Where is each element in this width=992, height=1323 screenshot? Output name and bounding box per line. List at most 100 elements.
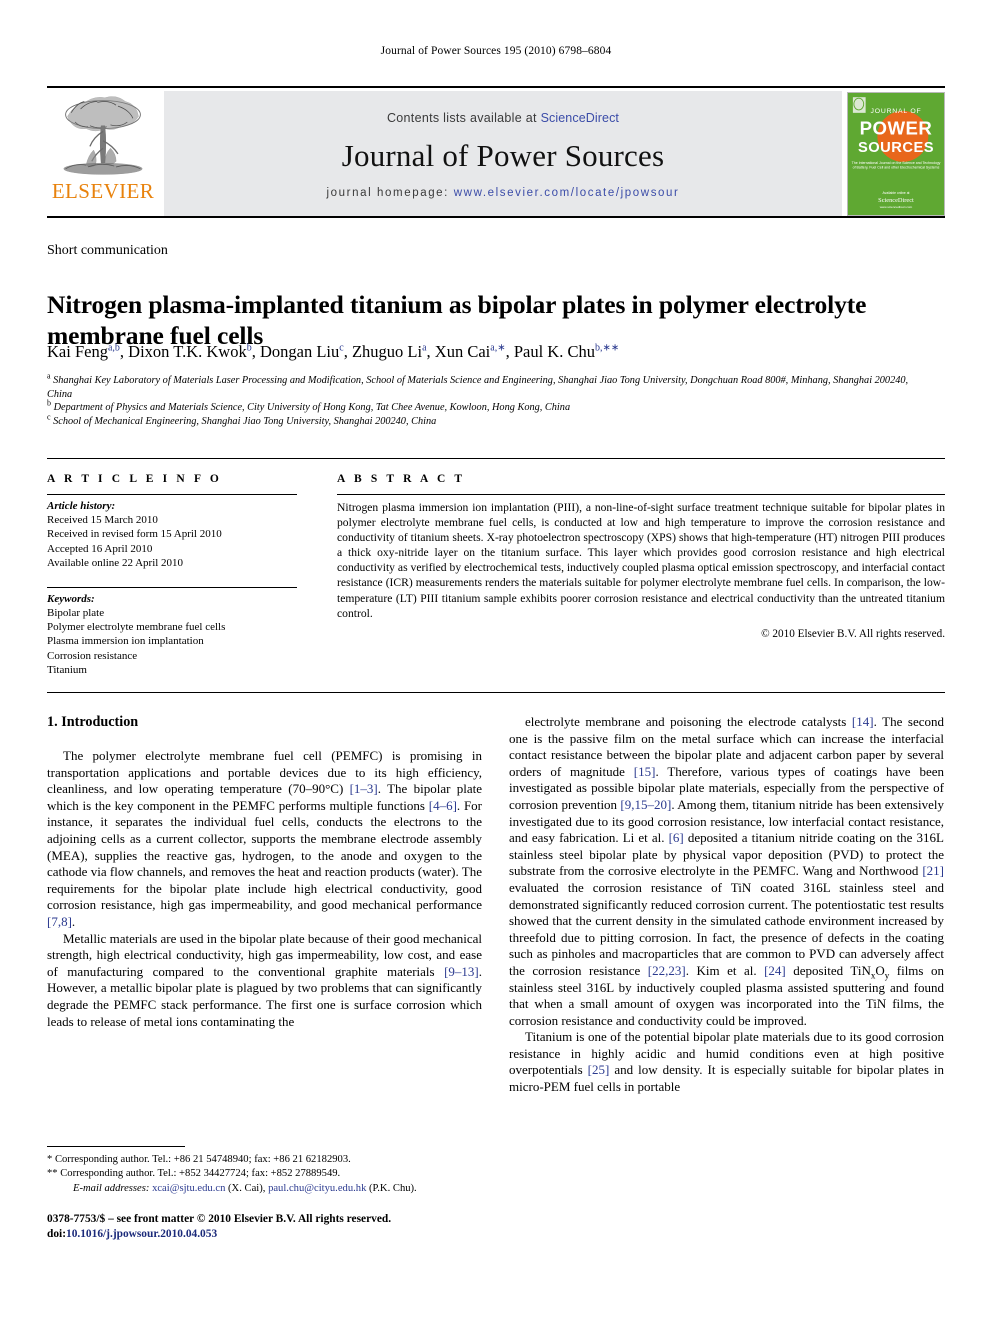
left-column-paragraphs: The polymer electrolyte membrane fuel ce… <box>47 748 482 1030</box>
email-owner-cai: (X. Cai), <box>228 1182 266 1194</box>
citation-reference[interactable]: [21] <box>922 863 944 878</box>
journal-title: Journal of Power Sources <box>341 137 665 173</box>
article-history-item: Received in revised form 15 April 2010 <box>47 528 222 541</box>
citation-reference[interactable]: [14] <box>852 714 874 729</box>
body-columns: 1. Introduction The polymer electrolyte … <box>47 714 945 1096</box>
abstract-column: A B S T R A C T Nitrogen plasma immersio… <box>319 473 945 678</box>
footnote-rule <box>47 1146 185 1147</box>
article-info-column: A R T I C L E I N F O Article history: R… <box>47 473 319 678</box>
keyword-item: Plasma immersion ion implantation <box>47 635 204 648</box>
citation-reference[interactable]: [4–6] <box>429 798 457 813</box>
abstract-copyright: © 2010 Elsevier B.V. All rights reserved… <box>761 627 945 640</box>
svg-text:Available online at: Available online at <box>883 191 910 195</box>
journal-cover-art: JOURNAL OF POWER SOURCES The Internation… <box>848 92 944 215</box>
citation-reference[interactable]: [25] <box>588 1062 610 1077</box>
affiliation-entry: c School of Mechanical Engineering, Shan… <box>47 412 437 427</box>
author-affiliation-marker: b,∗∗ <box>594 342 620 354</box>
author-name: Zhuguo Li <box>351 342 423 361</box>
article-type-kicker: Short communication <box>47 243 168 258</box>
contents-available-line: Contents lists available at ScienceDirec… <box>387 111 619 125</box>
right-column-paragraphs: electrolyte membrane and poisoning the e… <box>509 714 944 1096</box>
sciencedirect-link[interactable]: ScienceDirect <box>541 111 619 125</box>
svg-text:ScienceDirect: ScienceDirect <box>878 197 914 204</box>
article-history-item: Received 15 March 2010 <box>47 514 158 526</box>
article-history-label: Article history: <box>47 500 116 512</box>
affiliation-marker: a <box>47 371 51 381</box>
citation-reference[interactable]: [9,15–20] <box>620 797 671 812</box>
chemical-subscript: y <box>884 970 890 981</box>
citation-reference[interactable]: [22,23] <box>648 963 686 978</box>
running-head: Journal of Power Sources 195 (2010) 6798… <box>380 45 612 57</box>
keyword-item: Polymer electrolyte membrane fuel cells <box>47 621 226 634</box>
svg-text:of Battery, Fuel Cell and othe: of Battery, Fuel Cell and other Electroc… <box>853 165 940 169</box>
author-affiliation-marker: a <box>422 342 427 354</box>
body-column-right: electrolyte membrane and poisoning the e… <box>509 714 944 1096</box>
author-name: Dixon T.K. Kwok <box>128 342 247 361</box>
paper-page: Journal of Power Sources 195 (2010) 6798… <box>0 0 992 1323</box>
keyword-item: Titanium <box>47 664 87 677</box>
author-affiliation-marker: c <box>339 342 344 354</box>
author-affiliation-marker: a,b <box>107 342 120 354</box>
corresponding-author-footnotes: * Corresponding author. Tel.: +86 21 547… <box>47 1146 482 1196</box>
svg-text:The International Journal on t: The International Journal on the Science… <box>852 160 941 164</box>
citation-reference[interactable]: [1–3] <box>350 781 378 796</box>
keywords-list: Bipolar plate Polymer electrolyte membran… <box>47 606 297 678</box>
svg-text:www.sciencedirect.com: www.sciencedirect.com <box>880 204 913 208</box>
author-name: Dongan Liu <box>259 342 340 361</box>
elsevier-wordmark: ELSEVIER <box>51 179 155 203</box>
author-name: Paul K. Chu <box>513 342 595 361</box>
article-info-abstract-band: A R T I C L E I N F O Article history: R… <box>47 458 945 693</box>
svg-text:SOURCES: SOURCES <box>858 140 934 156</box>
issn-front-matter: 0378-7753/$ – see front matter © 2010 El… <box>47 1213 392 1225</box>
affiliation-list: a Shanghai Key Laboratory of Materials L… <box>47 371 927 428</box>
email-link-chu[interactable]: paul.chu@cityu.edu.hk <box>268 1183 366 1194</box>
abstract-rule <box>337 494 945 495</box>
doi-link[interactable]: 10.1016/j.jpowsour.2010.04.053 <box>66 1228 217 1240</box>
citation-reference[interactable]: [15] <box>634 764 656 779</box>
affiliation-marker: c <box>47 412 51 422</box>
journal-masthead: ELSEVIER Contents lists available at Sci… <box>47 86 945 218</box>
affiliation-marker: b <box>47 398 51 408</box>
keywords-label: Keywords: <box>47 592 95 605</box>
author-list: Kai Fenga,b, Dixon T.K. Kwokb, Dongan Li… <box>47 342 620 361</box>
section-heading-introduction: 1. Introduction <box>47 714 139 730</box>
homepage-prefix: journal homepage: <box>326 186 454 199</box>
body-paragraph: The polymer electrolyte membrane fuel ce… <box>47 748 483 929</box>
journal-homepage-line: journal homepage: www.elsevier.com/locat… <box>327 187 680 199</box>
email-owner-chu: (P.K. Chu). <box>369 1182 417 1194</box>
keyword-item: Bipolar plate <box>47 606 105 619</box>
svg-text:POWER: POWER <box>860 117 933 138</box>
footnote-emails: E-mail addresses: xcai@sjtu.edu.cn (X. C… <box>47 1182 482 1196</box>
body-paragraph: electrolyte membrane and poisoning the e… <box>509 714 944 1028</box>
article-history-list: Received 15 March 2010 Received in revise… <box>47 513 297 571</box>
chemical-subscript: x <box>870 970 876 981</box>
footnote-corresponding-2: ** Corresponding author. Tel.: +852 3442… <box>47 1168 341 1180</box>
body-column-left: 1. Introduction The polymer electrolyte … <box>47 714 482 1096</box>
affiliation-entry: a Shanghai Key Laboratory of Materials L… <box>47 371 909 400</box>
citation-reference[interactable]: [7,8] <box>47 914 72 929</box>
author-name: Xun Cai <box>434 342 491 361</box>
contents-prefix: Contents lists available at <box>386 110 541 125</box>
journal-cover-thumbnail: JOURNAL OF POWER SOURCES The Internation… <box>847 91 945 216</box>
keyword-item: Corrosion resistance <box>47 649 138 662</box>
footnote-corresponding-1: * Corresponding author. Tel.: +86 21 547… <box>47 1154 351 1165</box>
email-addresses-label: E-mail addresses: <box>73 1182 150 1194</box>
homepage-url-link[interactable]: www.elsevier.com/locate/jpowsour <box>454 187 680 199</box>
article-info-rule <box>47 494 297 495</box>
body-paragraph: Metallic materials are used in the bipol… <box>47 930 482 1029</box>
affiliation-entry: b Department of Physics and Materials Sc… <box>47 398 571 414</box>
contents-band: Contents lists available at ScienceDirec… <box>164 91 842 216</box>
author-name: Kai Feng <box>47 342 108 361</box>
svg-text:JOURNAL OF: JOURNAL OF <box>871 107 922 114</box>
keywords-rule <box>47 586 297 588</box>
author-affiliation-marker: b <box>246 342 252 354</box>
email-link-cai[interactable]: xcai@sjtu.edu.cn <box>152 1183 225 1194</box>
abstract-heading: A B S T R A C T <box>337 473 466 485</box>
author-affiliation-marker: a,∗ <box>490 342 506 354</box>
citation-reference[interactable]: [6] <box>669 830 684 845</box>
doi-label: doi: <box>47 1227 66 1240</box>
doi-line: doi:10.1016/j.jpowsour.2010.04.053 <box>47 1227 507 1242</box>
citation-reference[interactable]: [24] <box>764 963 786 978</box>
citation-reference[interactable]: [9–13] <box>444 964 479 979</box>
